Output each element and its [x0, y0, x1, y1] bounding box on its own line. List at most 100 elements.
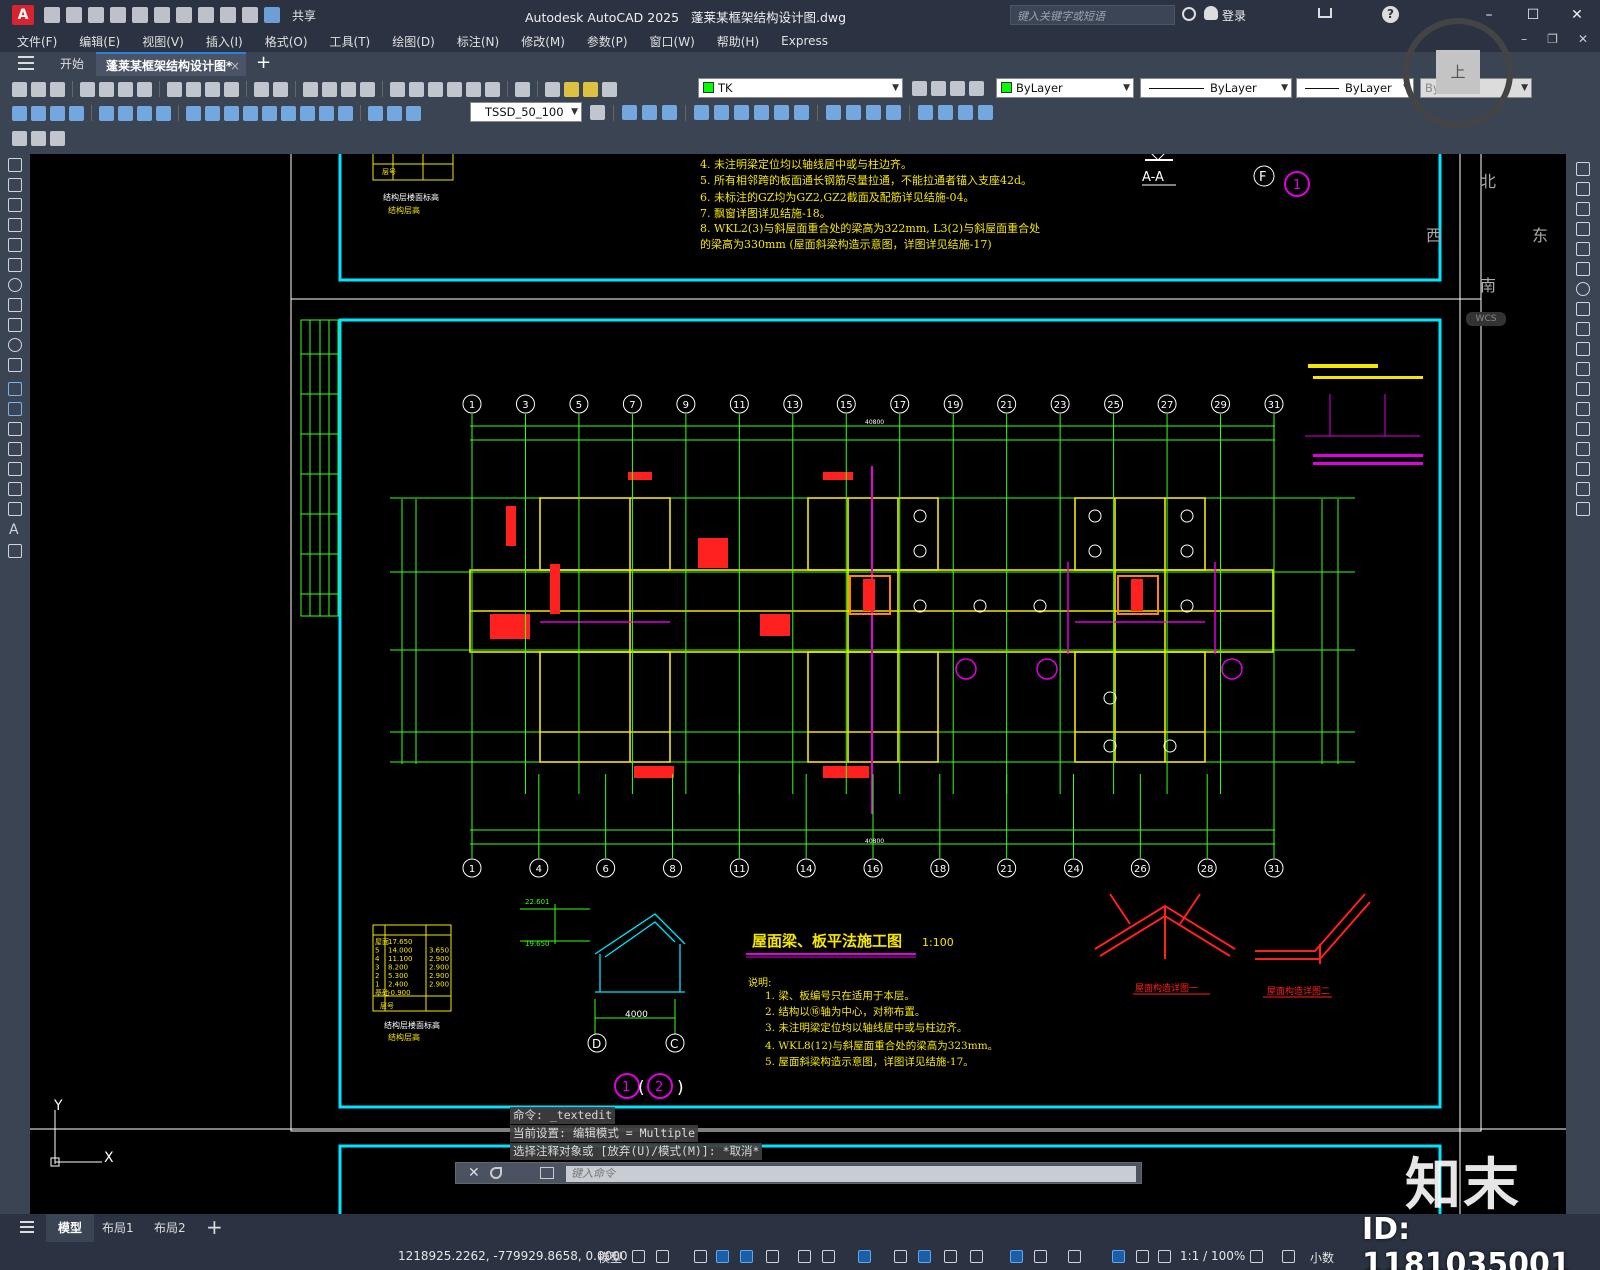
- doc-close-icon[interactable]: ✕: [1578, 32, 1588, 46]
- rotate-icon[interactable]: [754, 105, 769, 120]
- move-icon[interactable]: [1576, 262, 1590, 276]
- grid-icon[interactable]: [632, 1250, 645, 1263]
- search-input[interactable]: 键入关键字或短语: [1010, 5, 1175, 25]
- menu-parametric[interactable]: 参数(P): [587, 33, 628, 50]
- color-dropdown[interactable]: ByLayer ▼: [996, 78, 1134, 98]
- layer-previous-icon[interactable]: [931, 81, 946, 96]
- undo-icon[interactable]: [254, 81, 269, 97]
- offset-icon[interactable]: [694, 105, 709, 120]
- break-at-point-icon[interactable]: [1576, 382, 1590, 396]
- zoom-realtime-icon[interactable]: [322, 81, 337, 97]
- new-file-icon[interactable]: [44, 7, 60, 23]
- user-icon[interactable]: [1204, 6, 1218, 20]
- design-center-icon[interactable]: [409, 81, 424, 97]
- line-icon[interactable]: [8, 158, 22, 172]
- angular-dim-icon[interactable]: [156, 105, 171, 121]
- tab-active-drawing[interactable]: 蓬莱某框架结构设计图* ×: [96, 52, 246, 76]
- login-button[interactable]: 登录: [1222, 7, 1246, 24]
- menu-file[interactable]: 文件(F): [17, 33, 57, 50]
- auto-scale-icon[interactable]: [1136, 1250, 1149, 1263]
- arc-length-icon[interactable]: [50, 105, 65, 121]
- scale-icon[interactable]: [1576, 302, 1590, 316]
- app-menu-icon[interactable]: [18, 56, 34, 70]
- save-icon[interactable]: [50, 81, 65, 97]
- workspace-gear-icon[interactable]: [1250, 1250, 1263, 1263]
- customize-dropdown-icon[interactable]: [242, 7, 258, 23]
- object-snap-icon[interactable]: [858, 1250, 871, 1263]
- menu-draw[interactable]: 绘图(D): [392, 33, 435, 50]
- ellipse-arc-icon[interactable]: [8, 358, 22, 372]
- gradient-icon[interactable]: [8, 462, 22, 476]
- save-as-icon[interactable]: [110, 7, 126, 23]
- add-layout-button[interactable]: +: [206, 1214, 223, 1240]
- paste-icon[interactable]: [186, 81, 201, 97]
- quick-dim-icon[interactable]: [186, 105, 201, 121]
- plot-preview-icon[interactable]: [99, 81, 114, 97]
- command-input[interactable]: 键入命令: [566, 1166, 1136, 1182]
- block-editor-icon[interactable]: [224, 81, 239, 97]
- match-properties-icon[interactable]: [205, 81, 220, 97]
- open-file-icon[interactable]: [66, 7, 82, 23]
- attribute-icon[interactable]: [50, 130, 65, 146]
- tab-model[interactable]: 模型: [46, 1214, 95, 1242]
- array-icon[interactable]: [1576, 242, 1590, 256]
- menu-help[interactable]: 帮助(H): [717, 33, 759, 50]
- menu-edit[interactable]: 编辑(E): [79, 33, 120, 50]
- trim-icon[interactable]: [1576, 342, 1590, 356]
- share-button[interactable]: 共享: [292, 7, 316, 24]
- join-icon[interactable]: [886, 105, 901, 120]
- save-icon[interactable]: [88, 7, 104, 23]
- qnew-icon[interactable]: [12, 81, 27, 97]
- zoom-window-icon[interactable]: [341, 81, 356, 97]
- polygon-icon[interactable]: [8, 218, 22, 232]
- menu-format[interactable]: 格式(O): [265, 33, 308, 50]
- autocad-logo-icon[interactable]: A: [12, 5, 34, 25]
- help-icon[interactable]: [515, 81, 530, 97]
- offset-icon[interactable]: [1576, 222, 1590, 236]
- zoom-previous-icon[interactable]: [360, 81, 375, 97]
- undo-icon[interactable]: [198, 7, 214, 23]
- blend-icon[interactable]: [958, 105, 973, 120]
- move-icon[interactable]: [734, 105, 749, 120]
- trim-icon[interactable]: [826, 105, 841, 120]
- linetype-dropdown[interactable]: ByLayer ▼: [1140, 78, 1292, 98]
- erase-icon[interactable]: [1576, 162, 1590, 176]
- tab-layout1[interactable]: 布局1: [90, 1214, 146, 1242]
- linear-dim-icon[interactable]: [12, 105, 27, 121]
- doc-minimize-icon[interactable]: –: [1521, 32, 1527, 46]
- open-web-icon[interactable]: [132, 7, 148, 23]
- coordinates-readout[interactable]: 1218925.2262, -779929.8658, 0.0000: [398, 1249, 628, 1263]
- chamfer-icon[interactable]: [1576, 442, 1590, 456]
- jogged-linear-icon[interactable]: [338, 105, 353, 121]
- dimstyle-dropdown[interactable]: TSSD_50_100 ▼: [470, 102, 582, 122]
- baseline-dim-icon[interactable]: [205, 105, 220, 121]
- blend-curves-icon[interactable]: [1576, 482, 1590, 496]
- fillet-icon[interactable]: [938, 105, 953, 120]
- layer-dropdown[interactable]: TK ▼: [698, 78, 903, 98]
- erase-icon[interactable]: [622, 105, 637, 120]
- fillet-icon[interactable]: [1576, 462, 1590, 476]
- model-space-button[interactable]: 模型: [598, 1249, 622, 1266]
- ordinate-dim-icon[interactable]: [69, 105, 84, 121]
- copy-object-icon[interactable]: [642, 105, 657, 120]
- save-web-icon[interactable]: [154, 7, 170, 23]
- explode-icon[interactable]: [978, 105, 993, 120]
- annotation-visibility-icon[interactable]: [1112, 1250, 1125, 1263]
- lineweight-icon[interactable]: [894, 1250, 907, 1263]
- transparency-icon[interactable]: [918, 1250, 931, 1263]
- dynamic-ucs-icon[interactable]: [1010, 1250, 1023, 1263]
- stretch-icon[interactable]: [794, 105, 809, 120]
- revision-cloud-icon[interactable]: [8, 298, 22, 312]
- dim-edit-icon[interactable]: [368, 105, 383, 121]
- doc-restore-icon[interactable]: ❐: [1547, 32, 1558, 46]
- cart-icon[interactable]: [1318, 8, 1332, 18]
- lineweight-dropdown[interactable]: ByLayer ▼: [1296, 78, 1414, 98]
- make-block-icon[interactable]: [8, 402, 22, 416]
- plot-icon[interactable]: [176, 7, 192, 23]
- rotate-icon[interactable]: [1576, 282, 1590, 296]
- gizmo-icon[interactable]: [1068, 1250, 1081, 1263]
- menu-tools[interactable]: 工具(T): [330, 33, 371, 50]
- menu-dimension[interactable]: 标注(N): [457, 33, 499, 50]
- dim-style-icon[interactable]: [590, 105, 605, 120]
- continue-dim-icon[interactable]: [224, 105, 239, 121]
